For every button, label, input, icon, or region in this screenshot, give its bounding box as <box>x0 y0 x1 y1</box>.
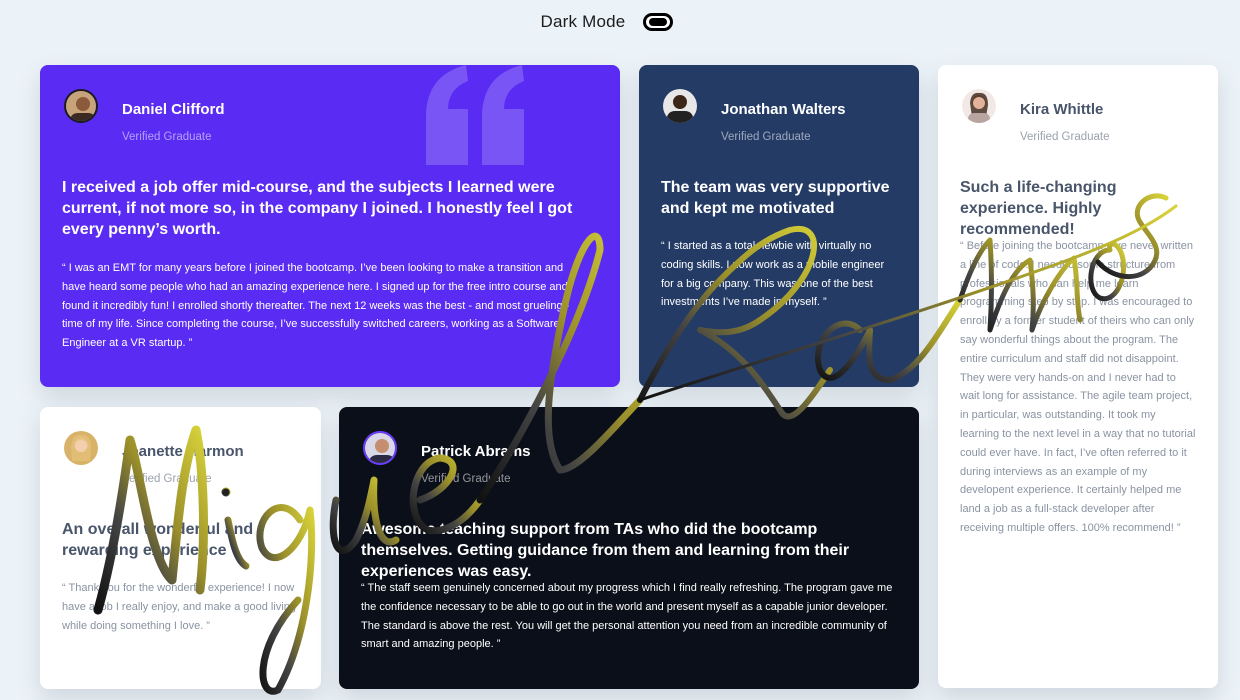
reviewer-role: Verified Graduate <box>122 473 212 485</box>
reviewer-name: Jeanette Harmon <box>122 443 244 460</box>
testimonial-quote: “ I was an EMT for many years before I j… <box>62 262 570 350</box>
avatar <box>962 89 996 123</box>
testimonial-card-patrick: Patrick Abrams Verified Graduate Awesome… <box>339 407 919 689</box>
dark-mode-label: Dark Mode <box>540 12 626 31</box>
testimonial-quote: “ Before joining the bootcamp, I’ve neve… <box>960 240 1196 534</box>
testimonial-card-jonathan: Jonathan Walters Verified Graduate The t… <box>639 65 919 387</box>
testimonial-headline: Awesome teaching support from TAs who di… <box>361 521 850 580</box>
reviewer-name: Kira Whittle <box>1020 101 1104 118</box>
avatar <box>64 431 98 465</box>
avatar <box>363 431 397 465</box>
avatar <box>64 89 98 123</box>
reviewer-role: Verified Graduate <box>122 131 212 143</box>
testimonial-headline: Such a life-changing experience. Highly … <box>960 179 1117 238</box>
quotation-mark-icon <box>426 65 524 165</box>
testimonial-headline: The team was very supportive and kept me… <box>661 179 890 217</box>
testimonial-card-jeanette: Jeanette Harmon Verified Graduate An ove… <box>40 407 321 689</box>
reviewer-name: Jonathan Walters <box>721 101 846 118</box>
dark-mode-toggle[interactable] <box>643 13 674 31</box>
testimonial-card-kira: Kira Whittle Verified Graduate Such a li… <box>938 65 1218 688</box>
avatar <box>663 89 697 123</box>
reviewer-role: Verified Graduate <box>721 131 811 143</box>
top-bar: Dark Mode <box>0 0 1240 44</box>
testimonial-headline: I received a job offer mid-course, and t… <box>62 179 573 238</box>
reviewer-role: Verified Graduate <box>1020 131 1110 143</box>
reviewer-name: Patrick Abrams <box>421 443 531 460</box>
testimonial-card-daniel: Daniel Clifford Verified Graduate I rece… <box>40 65 620 387</box>
testimonial-quote: “ Thank you for the wonderful experience… <box>62 582 296 632</box>
testimonial-headline: An overall wonderful and rewarding exper… <box>62 521 254 559</box>
testimonial-quote: “ The staff seem genuinely concerned abo… <box>361 582 893 651</box>
toggle-switch-icon <box>649 18 668 26</box>
testimonial-quote: “ I started as a total newbie with virtu… <box>661 240 885 309</box>
reviewer-role: Verified Graduate <box>421 473 511 485</box>
reviewer-name: Daniel Clifford <box>122 101 225 118</box>
